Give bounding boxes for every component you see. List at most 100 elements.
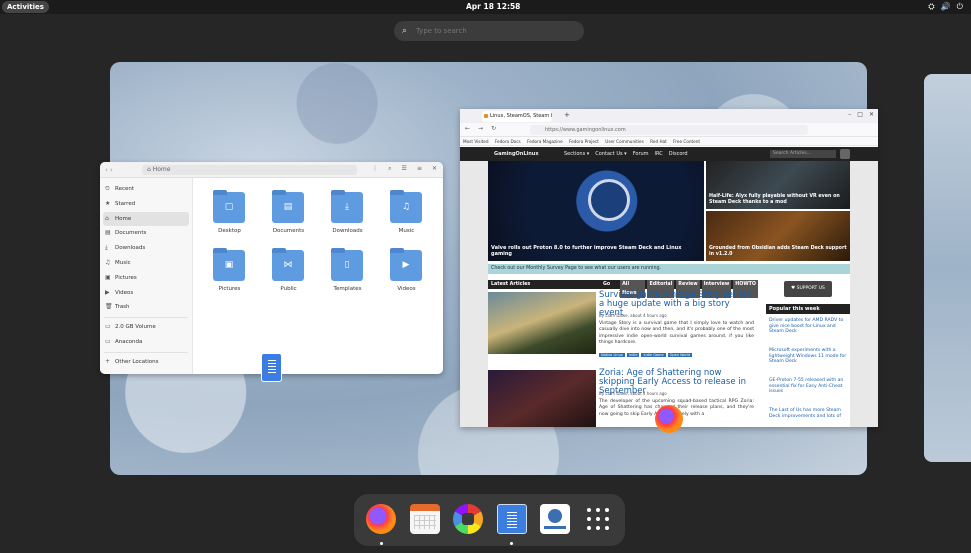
popular-item[interactable]: Driver updates for AMD RADV to give nice… <box>769 318 849 335</box>
folder-music[interactable]: ♫ Music <box>377 190 436 242</box>
site-menu-item[interactable]: Discord <box>669 147 688 161</box>
folder-pictures[interactable]: ▣ Pictures <box>200 248 259 300</box>
sidebar-item-label: Other Locations <box>115 358 159 365</box>
menu-icon[interactable]: ⋮ <box>372 165 378 173</box>
site-menu-item[interactable]: Forum <box>633 147 649 161</box>
popular-item[interactable]: GE-Proton 7-55 released with an essentia… <box>769 378 849 395</box>
folder-desktop[interactable]: ▢ Desktop <box>200 190 259 242</box>
tag[interactable]: Indie Game <box>641 353 666 357</box>
path-bar[interactable]: ⌂ Home <box>142 165 357 175</box>
activities-button[interactable]: Activities <box>2 1 49 13</box>
files-window[interactable]: ‹ › ⌂ Home ⋮ ⌕ ☰ ≡ ✕ ⏲ Recent ★ Starred ⌂ H… <box>100 162 443 374</box>
sidebar-item-recent[interactable]: ⏲ Recent <box>100 182 192 197</box>
folder-documents[interactable]: ▤ Documents <box>259 190 318 242</box>
volume-icon[interactable]: 🔊 <box>941 1 951 13</box>
user-icon[interactable] <box>840 149 850 159</box>
bookmark-item[interactable]: Most Visited <box>463 139 489 144</box>
sidebar-item-downloads[interactable]: ⤓ Downloads <box>100 241 192 256</box>
article-tags: Native Linux Indie Indie Game Open World <box>599 353 693 357</box>
sidebar-item-starred[interactable]: ★ Starred <box>100 197 192 212</box>
bookmark-item[interactable]: Fedora Docs <box>495 139 521 144</box>
search-input[interactable] <box>416 27 576 35</box>
sidebar-item-documents[interactable]: ▤ Documents <box>100 226 192 241</box>
hamburger-icon[interactable]: ≡ <box>417 165 422 173</box>
article-item[interactable]: Survival game Vintage Story set for a hu… <box>488 289 758 363</box>
sidebar-item-pictures[interactable]: ▣ Pictures <box>100 271 192 286</box>
folder-icon: ⤓ <box>331 190 363 223</box>
plus-icon: + <box>105 357 111 365</box>
new-tab-icon[interactable]: + <box>564 111 570 119</box>
minimize-icon[interactable]: – <box>848 111 851 118</box>
support-us-button[interactable]: ♥ SUPPORT US <box>784 281 832 297</box>
folder-icon: ▢ <box>213 190 245 223</box>
fedora-media-writer-icon[interactable] <box>540 504 570 534</box>
bookmark-item[interactable]: Fedora Project <box>569 139 599 144</box>
folder-videos[interactable]: ▶ Videos <box>377 248 436 300</box>
sidebar-item-music[interactable]: ♫ Music <box>100 256 192 271</box>
sidebar-item-label: Home <box>115 215 132 222</box>
article-thumbnail[interactable] <box>488 292 596 354</box>
site-search-input[interactable]: Search Articles... <box>770 150 836 158</box>
view-toggle-icon[interactable]: ☰ <box>402 165 407 173</box>
clock[interactable]: Apr 18 12:58 <box>466 1 520 13</box>
survey-banner[interactable]: Check out our Monthly Survey Page to see… <box>488 264 850 274</box>
app-grid-icon[interactable] <box>583 504 613 534</box>
popular-item[interactable]: Microsoft experiments with a lightweight… <box>769 348 849 365</box>
folder-public[interactable]: ⋈ Public <box>259 248 318 300</box>
url-bar[interactable]: https://www.gamingonlinux.com <box>530 125 808 135</box>
calendar-icon[interactable] <box>410 504 440 534</box>
close-icon[interactable]: ✕ <box>432 165 437 173</box>
folder-label: Downloads <box>332 228 363 234</box>
article-item[interactable]: Zoria: Age of Shattering now skipping Ea… <box>488 367 758 427</box>
next-workspace-thumbnail[interactable] <box>924 74 971 462</box>
video-icon: ▶ <box>105 288 110 296</box>
close-icon[interactable]: ✕ <box>869 111 874 118</box>
files-toolbar: ⋮ ⌕ ☰ ≡ ✕ <box>372 165 437 173</box>
featured-article[interactable]: Half-Life: Alyx fully playable without V… <box>706 161 850 209</box>
star-icon: ★ <box>105 199 111 207</box>
article-body: Vintage Story is a survival game that I … <box>599 321 754 345</box>
popular-item[interactable]: The Last of Us has more Steam Deck impro… <box>769 408 849 419</box>
sidebar-item-other-locations[interactable]: + Other Locations <box>100 355 192 370</box>
forward-icon[interactable]: → <box>478 125 483 132</box>
reload-icon[interactable]: ↻ <box>491 125 496 132</box>
sidebar-item-label: 2.0 GB Volume <box>115 324 156 331</box>
bookmark-item[interactable]: Free Content <box>673 139 700 144</box>
firefox-icon[interactable] <box>366 504 396 534</box>
folder-downloads[interactable]: ⤓ Downloads <box>318 190 377 242</box>
search-icon: ⌕ <box>402 26 408 36</box>
firefox-window[interactable]: Linux, SteamOS, Steam D + – □ ✕ ← → ↻ ht… <box>460 109 878 427</box>
site-logo[interactable]: GamingOnLinux <box>494 147 539 161</box>
article-meta: By Liam Dawe, about 4 hours ago <box>599 391 667 396</box>
bookmark-item[interactable]: Fedora Magazine <box>527 139 563 144</box>
back-forward-buttons[interactable]: ‹ › <box>105 166 113 174</box>
site-menu-item[interactable]: IRC <box>655 147 663 161</box>
sidebar-item-volume[interactable]: ▭ 2.0 GB Volume <box>100 320 192 335</box>
files-icon[interactable] <box>497 504 527 534</box>
sidebar-item-anaconda[interactable]: ▭ Anaconda <box>100 335 192 350</box>
software-icon[interactable] <box>453 504 483 534</box>
sidebar-item-trash[interactable]: 🗑 Trash <box>100 300 192 315</box>
power-icon[interactable]: ⏻ <box>957 1 963 13</box>
search-field[interactable]: ⌕ <box>394 21 584 41</box>
overview-screen: Activities Apr 18 12:58 ⛭ 🔊 ⏻ ⌕ fedora ‹… <box>0 0 971 553</box>
maximize-icon[interactable]: □ <box>857 111 863 118</box>
hero-article[interactable]: Valve rolls out Proton 8.0 to further im… <box>488 161 704 261</box>
sidebar-item-videos[interactable]: ▶ Videos <box>100 286 192 301</box>
bookmark-item[interactable]: User Communities <box>605 139 644 144</box>
folder-templates[interactable]: ▯ Templates <box>318 248 377 300</box>
site-menu-item[interactable]: Contact Us ▾ <box>595 147 626 161</box>
browser-tab[interactable]: Linux, SteamOS, Steam D <box>482 111 552 122</box>
article-thumbnail[interactable] <box>488 370 596 427</box>
search-icon[interactable]: ⌕ <box>388 165 391 173</box>
back-icon[interactable]: ← <box>465 125 470 132</box>
tag[interactable]: Open World <box>667 353 693 357</box>
network-icon[interactable]: ⛭ <box>928 1 934 13</box>
tag[interactable]: Indie <box>626 353 640 357</box>
sidebar-item-home[interactable]: ⌂ Home <box>103 211 189 227</box>
bookmark-item[interactable]: Red Hat <box>650 139 667 144</box>
tag[interactable]: Native Linux <box>599 353 625 357</box>
site-menu-item[interactable]: Sections ▾ <box>564 147 589 161</box>
featured-article[interactable]: Grounded from Obsidian adds Steam Deck s… <box>706 211 850 261</box>
system-tray[interactable]: ⛭ 🔊 ⏻ <box>928 1 963 13</box>
